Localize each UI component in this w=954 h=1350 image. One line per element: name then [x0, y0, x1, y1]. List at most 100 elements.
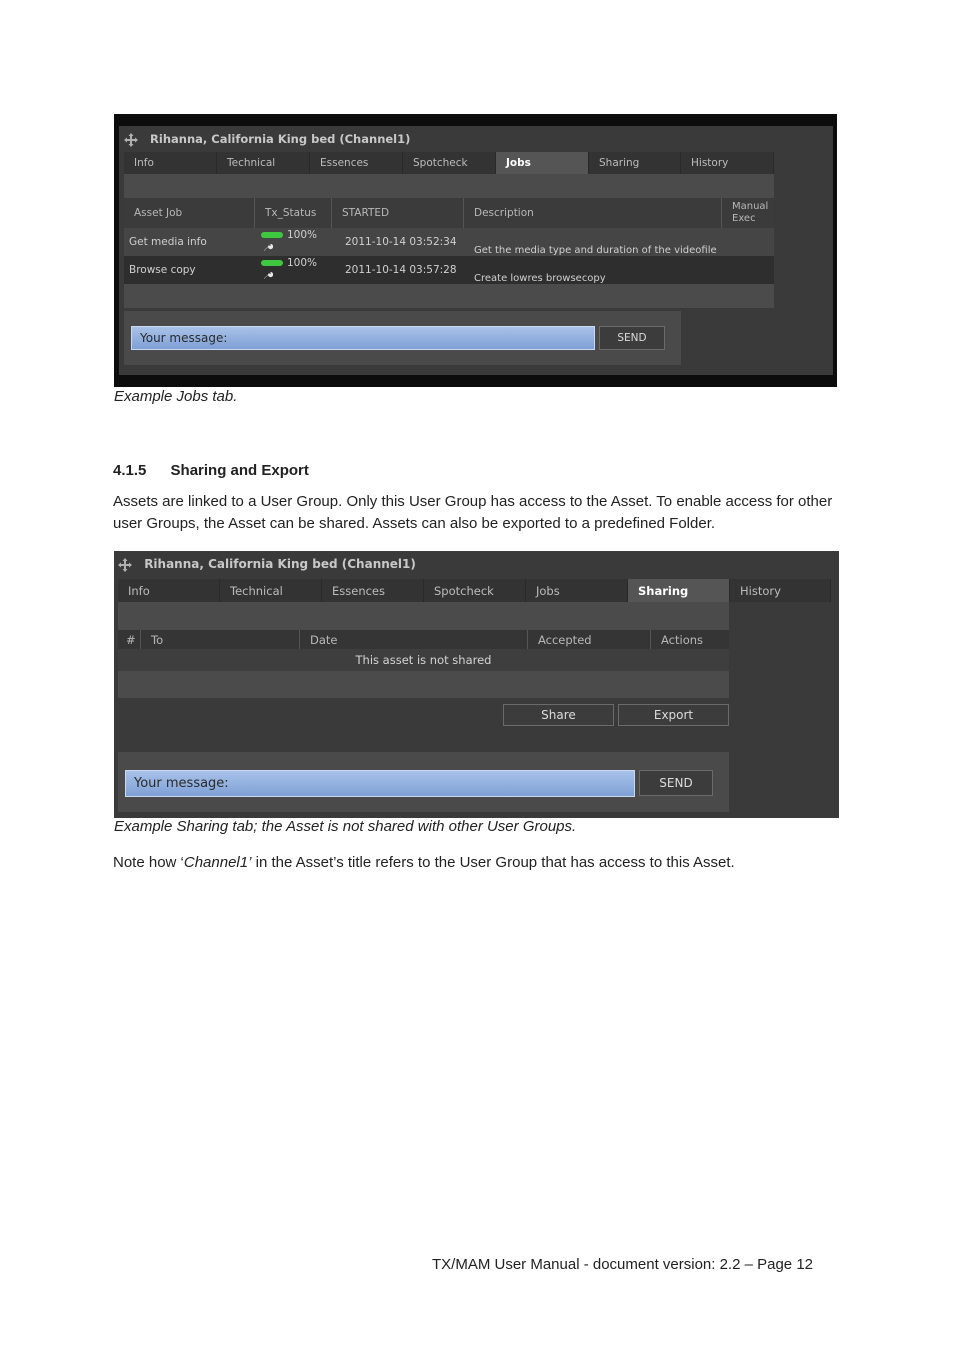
wrench-icon[interactable]	[263, 242, 273, 252]
tab-history[interactable]: History	[730, 579, 831, 602]
tab-label: Jobs	[506, 157, 531, 169]
tab-label: History	[740, 583, 781, 598]
tab-label: Sharing	[638, 583, 689, 598]
asset-title-bar[interactable]: Rihanna, California King bed (Channel1)	[118, 557, 839, 573]
description-text: Get the media type and duration of the v…	[474, 245, 717, 256]
tab-spotcheck[interactable]: Spotcheck	[424, 579, 526, 602]
started-text: 2011-10-14 03:57:28	[345, 264, 457, 276]
column-label: STARTED	[342, 207, 390, 219]
tab-bar: Info Technical Essences Spotcheck Jobs S…	[124, 152, 774, 174]
note-emphasis: Channel1’	[183, 854, 252, 871]
column-header-index[interactable]: #	[118, 630, 141, 649]
send-label: SEND	[617, 332, 647, 344]
asset-title: Rihanna, California King bed (Channel1)	[150, 132, 411, 146]
column-label: #	[126, 632, 136, 647]
job-description: Get the media type and duration of the v…	[464, 228, 722, 256]
send-label: SEND	[659, 776, 693, 790]
empty-table-row: This asset is not shared	[118, 649, 729, 671]
send-button[interactable]: SEND	[639, 770, 713, 796]
column-label: Actions	[661, 632, 704, 647]
share-button[interactable]: Share	[503, 704, 614, 726]
tab-label: Technical	[230, 583, 283, 598]
column-header-manual-exec[interactable]: Manual Exec	[722, 198, 774, 228]
tab-label: Info	[134, 157, 154, 169]
tab-label: Spotcheck	[434, 583, 494, 598]
toolbar-strip	[124, 174, 774, 198]
message-placeholder: Your message:	[140, 331, 228, 345]
tx-status: 100%	[255, 256, 332, 284]
description-text: Create lowres browsecopy	[474, 273, 606, 284]
column-label: Date	[310, 632, 338, 647]
column-header-to[interactable]: To	[141, 630, 300, 649]
asset-title-bar[interactable]: Rihanna, California King bed (Channel1)	[124, 132, 833, 148]
progress-indicator	[261, 232, 283, 238]
section-title: Sharing and Export	[170, 462, 309, 479]
sharing-tab-screenshot: Rihanna, California King bed (Channel1) …	[114, 551, 839, 818]
column-label: Description	[474, 207, 534, 219]
job-name: Get media info	[124, 228, 255, 256]
table-footer-strip	[124, 284, 774, 308]
empty-state-text: This asset is not shared	[355, 653, 492, 667]
tab-technical[interactable]: Technical	[217, 152, 310, 174]
column-header-tx-status[interactable]: Tx_Status	[255, 198, 332, 228]
tab-label: Essences	[332, 583, 386, 598]
export-label: Export	[653, 708, 694, 722]
jobs-tab-screenshot: Rihanna, California King bed (Channel1) …	[114, 114, 837, 387]
page-footer: TX/MAM User Manual - document version: 2…	[432, 1256, 814, 1273]
asset-window: Rihanna, California King bed (Channel1) …	[119, 126, 833, 375]
tab-label: History	[691, 157, 729, 169]
move-icon[interactable]	[118, 557, 132, 572]
section-number: 4.1.5	[113, 462, 147, 479]
tab-essences[interactable]: Essences	[322, 579, 424, 602]
message-input[interactable]: Your message:	[131, 326, 595, 350]
job-name: Browse copy	[124, 256, 255, 284]
wrench-icon[interactable]	[263, 270, 273, 280]
manual-exec-cell	[722, 228, 774, 256]
column-header-started[interactable]: STARTED	[332, 198, 464, 228]
tab-bar: Info Technical Essences Spotcheck Jobs S…	[118, 579, 831, 602]
jobs-caption: Example Jobs tab.	[114, 388, 238, 405]
started-text: 2011-10-14 03:52:34	[345, 236, 457, 248]
note-paragraph: Note how ‘Channel1’ in the Asset’s title…	[113, 852, 735, 874]
column-header-asset-job[interactable]: Asset Job	[124, 198, 255, 228]
section-paragraph: Assets are linked to a User Group. Only …	[113, 493, 833, 532]
status-percent: 100%	[287, 257, 318, 269]
share-label: Share	[541, 708, 576, 722]
send-button[interactable]: SEND	[599, 326, 665, 350]
tab-info[interactable]: Info	[124, 152, 217, 174]
tab-spotcheck[interactable]: Spotcheck	[403, 152, 496, 174]
tab-label: Technical	[227, 157, 276, 169]
tab-info[interactable]: Info	[118, 579, 220, 602]
column-header-accepted[interactable]: Accepted	[528, 630, 651, 649]
tab-label: Sharing	[599, 157, 640, 169]
sharing-caption: Example Sharing tab; the Asset is not sh…	[114, 818, 577, 835]
move-icon[interactable]	[124, 132, 138, 147]
started-time: 2011-10-14 03:52:34	[332, 228, 464, 256]
tab-history[interactable]: History	[681, 152, 774, 174]
tab-jobs[interactable]: Jobs	[526, 579, 628, 602]
table-row[interactable]: Browse copy 100% 2011-10-14 03:57:28 Cre…	[124, 256, 774, 284]
message-placeholder: Your message:	[134, 776, 229, 791]
tab-label: Essences	[320, 157, 369, 169]
tab-jobs[interactable]: Jobs	[496, 152, 589, 174]
column-label: Manual Exec	[732, 201, 769, 224]
tab-label: Jobs	[536, 583, 560, 598]
tab-technical[interactable]: Technical	[220, 579, 322, 602]
sharing-table-header: # To Date Accepted Actions	[118, 630, 729, 649]
message-input[interactable]: Your message:	[125, 770, 635, 797]
status-percent: 100%	[287, 229, 318, 241]
export-button[interactable]: Export	[618, 704, 729, 726]
tab-essences[interactable]: Essences	[310, 152, 403, 174]
column-header-description[interactable]: Description	[464, 198, 722, 228]
job-name-text: Get media info	[129, 236, 207, 248]
toolbar-strip	[118, 602, 729, 630]
table-row[interactable]: Get media info 100% 2011-10-14 03:52:34 …	[124, 228, 774, 256]
tx-status: 100%	[255, 228, 332, 256]
column-label: Tx_Status	[265, 207, 317, 219]
column-header-actions[interactable]: Actions	[651, 630, 729, 649]
job-description: Create lowres browsecopy	[464, 256, 722, 284]
tab-sharing[interactable]: Sharing	[589, 152, 681, 174]
column-header-date[interactable]: Date	[300, 630, 528, 649]
jobs-table-header: Asset Job Tx_Status STARTED Description …	[124, 198, 774, 228]
tab-sharing[interactable]: Sharing	[628, 579, 730, 602]
